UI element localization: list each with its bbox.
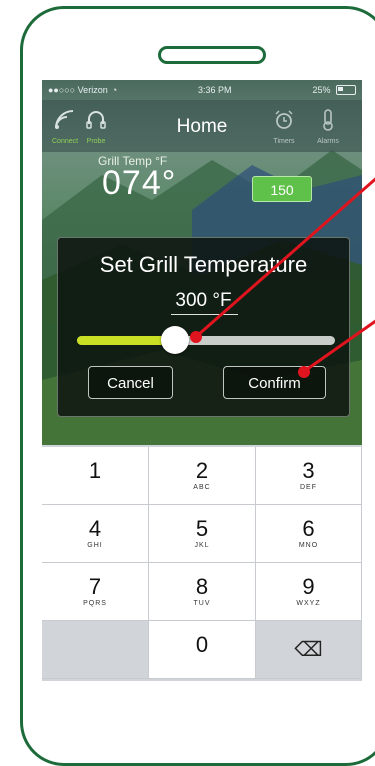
key-0[interactable]: 0 [149,621,256,679]
wifi-status-icon: ◔ [111,85,118,95]
key-4[interactable]: 4 GHI [42,505,149,563]
backspace-key[interactable]: ⌫ [256,621,362,679]
confirm-button[interactable]: Confirm [223,366,326,399]
key-6[interactable]: 6 MNO [256,505,362,563]
key-letters: ABC [193,483,211,491]
nav-alarms[interactable]: Alarms [316,108,340,145]
key-letters: TUV [193,599,211,607]
key-digit: 9 [302,573,315,599]
slider-thumb[interactable] [161,326,190,354]
nav-probe-label: Probe [86,138,106,145]
key-letters: GHI [87,541,103,549]
speaker-grille [158,46,266,64]
key-digit: 1 [88,457,102,483]
key-letters: WXYZ [296,599,321,607]
key-digit: 2 [195,457,209,483]
blank-key [42,621,149,679]
carrier-label: ●●○○○ Verizon [48,85,108,95]
nav-connect-label: Connect [52,138,79,145]
key-digit: 8 [195,573,209,599]
page-title: Home [176,116,228,137]
key-9[interactable]: 9 WXYZ [256,563,362,621]
key-7[interactable]: 7 PQRS [42,563,149,621]
thermometer-icon [316,108,340,137]
numeric-keypad: 1 2 ABC 3 DEF 4 GHI 5 JKL 6 MNO 7 PQRS 8 TUV 9 WXYZ 0 ⌫ [42,445,362,681]
battery-icon [335,85,356,96]
key-1[interactable]: 1 [42,447,149,505]
phone-screen: ●●○○○ Verizon ◔ 3:36 PM 25% Connect Prob… [42,80,362,681]
key-8[interactable]: 8 TUV [149,563,256,621]
nav-timers-label: Timers [273,138,295,145]
temperature-slider[interactable] [77,336,335,345]
key-digit: 0 [195,631,209,657]
clock-label: 3:36 PM [198,85,232,95]
status-bar: ●●○○○ Verizon ◔ 3:36 PM 25% [42,80,362,100]
nav-alarms-label: Alarms [317,138,339,145]
key-digit: 3 [302,457,315,483]
battery-percent: 25% [312,84,331,95]
key-digit: 7 [88,573,102,599]
dialog-title: Set Grill Temperature [99,252,308,277]
value-underline [171,314,238,315]
key-2[interactable]: 2 ABC [149,447,256,505]
backspace-icon: ⌫ [294,639,323,661]
nav-bar: Connect Probe Home Timers Alarms [42,100,362,152]
key-letters: DEF [300,483,317,491]
nav-timers[interactable]: Timers [272,108,296,145]
key-letters: MNO [298,541,319,549]
key-5[interactable]: 5 JKL [149,505,256,563]
target-temp-value[interactable]: 300 °F [58,290,349,312]
key-digit: 4 [88,515,102,541]
key-letters: JKL [194,541,210,549]
cancel-button[interactable]: Cancel [88,366,173,399]
key-digit: 6 [302,515,315,541]
key-digit: 5 [195,515,209,541]
key-letters: PQRS [83,599,107,607]
current-grill-temp: 074° [102,164,177,202]
set-temp-dialog: Set Grill Temperature 300 °F Cancel Conf… [57,237,350,417]
set-temp-badge[interactable]: 150 [252,176,312,202]
key-3[interactable]: 3 DEF [256,447,362,505]
alarm-clock-icon [272,108,296,137]
